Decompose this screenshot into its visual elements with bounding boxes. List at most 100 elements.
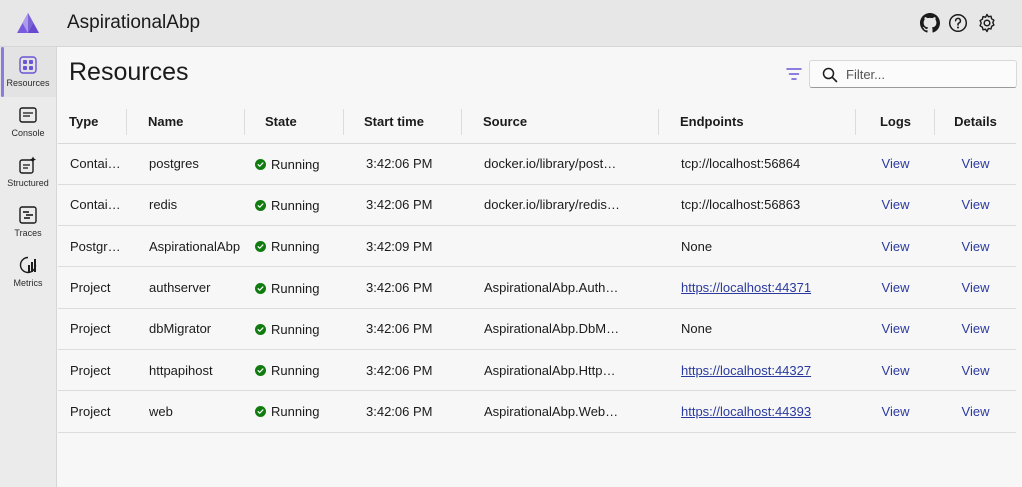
cell-logs: View: [856, 225, 935, 268]
cell-type: Project: [58, 390, 127, 433]
column-header-logs: Logs: [856, 101, 935, 144]
settings-icon[interactable]: [977, 13, 997, 33]
cell-logs: View: [856, 184, 935, 227]
help-icon[interactable]: [948, 13, 968, 33]
sidebar-item-traces[interactable]: Traces: [0, 197, 56, 247]
search-field[interactable]: [809, 60, 1017, 88]
cell-source: AspirationalAbp.Http…: [462, 349, 659, 392]
endpoint-text: None: [681, 238, 713, 254]
cell-name: authserver: [127, 266, 245, 309]
running-check-icon: [255, 365, 266, 377]
cell-details: View: [935, 349, 1016, 392]
sidebar-item-label: Resources: [6, 78, 50, 88]
cell-state: Running: [245, 143, 344, 185]
state-label: Running: [271, 197, 320, 213]
view-details-link[interactable]: View: [962, 321, 990, 336]
search-input[interactable]: [846, 65, 1006, 83]
state-label: Running: [271, 239, 320, 255]
structured-icon: [19, 156, 36, 174]
endpoint-text: tcp://localhost:56864: [681, 156, 801, 172]
cell-endpoints: tcp://localhost:56864: [659, 143, 856, 185]
view-logs-link[interactable]: View: [882, 197, 910, 212]
state-label: Running: [271, 404, 320, 420]
cell-endpoints: tcp://localhost:56863: [659, 184, 856, 227]
view-logs-link[interactable]: View: [882, 321, 910, 336]
page-title: Resources: [69, 58, 189, 86]
sidebar-item-metrics[interactable]: Metrics: [0, 247, 56, 297]
cell-type: Project: [58, 349, 127, 392]
state-label: Running: [271, 363, 320, 379]
resources-icon: [19, 56, 37, 74]
cell-logs: View: [856, 266, 935, 309]
cell-state: Running: [245, 390, 344, 433]
cell-details: View: [935, 266, 1016, 309]
cell-name: web: [127, 390, 245, 433]
cell-start-time: 3:42:06 PM: [344, 184, 462, 227]
view-details-link[interactable]: View: [962, 197, 990, 212]
cell-type: Project: [58, 308, 127, 350]
cell-source: docker.io/library/redis…: [462, 184, 659, 227]
cell-name: redis: [127, 184, 245, 227]
view-details-link[interactable]: View: [962, 363, 990, 378]
state-label: Running: [271, 321, 320, 337]
column-header-endpoints[interactable]: Endpoints: [659, 101, 856, 144]
github-icon[interactable]: [920, 13, 940, 33]
view-details-link[interactable]: View: [962, 404, 990, 419]
sidebar-item-structured[interactable]: Structured: [0, 147, 56, 197]
cell-details: View: [935, 390, 1016, 433]
table-row: Contai… postgres Running 3:42:06 PM docker.i…: [58, 143, 1016, 185]
cell-details: View: [935, 184, 1016, 227]
filter-icon[interactable]: [784, 64, 804, 84]
cell-start-time: 3:42:06 PM: [344, 266, 462, 309]
cell-type: Contai…: [58, 143, 127, 185]
cell-start-time: 3:42:06 PM: [344, 143, 462, 185]
cell-state: Running: [245, 349, 344, 392]
top-bar: AspirationalAbp: [0, 0, 1022, 47]
cell-endpoints: None: [659, 225, 856, 268]
sidebar-item-console[interactable]: Console: [0, 97, 56, 147]
endpoint-link[interactable]: https://localhost:44393: [681, 404, 811, 419]
sidebar-item-resources[interactable]: Resources: [0, 47, 56, 97]
cell-state: Running: [245, 225, 344, 268]
running-check-icon: [255, 323, 266, 335]
app-title: AspirationalAbp: [67, 12, 201, 33]
view-logs-link[interactable]: View: [882, 404, 910, 419]
cell-start-time: 3:42:06 PM: [344, 308, 462, 350]
cell-start-time: 3:42:09 PM: [344, 225, 462, 268]
cell-type: Contai…: [58, 184, 127, 227]
view-logs-link[interactable]: View: [882, 280, 910, 295]
column-header-type[interactable]: Type: [58, 101, 127, 144]
column-header-source[interactable]: Source: [462, 101, 659, 144]
resources-table: Type Name State Start time Source Endpoi…: [58, 101, 1016, 433]
cell-source: docker.io/library/post…: [462, 143, 659, 185]
endpoint-link[interactable]: https://localhost:44327: [681, 363, 811, 378]
view-details-link[interactable]: View: [962, 280, 990, 295]
cell-endpoints: None: [659, 308, 856, 350]
view-logs-link[interactable]: View: [882, 239, 910, 254]
running-check-icon: [255, 282, 266, 294]
cell-endpoints: https://localhost:44371: [659, 266, 856, 309]
view-details-link[interactable]: View: [962, 239, 990, 254]
aspire-logo-icon[interactable]: [16, 12, 40, 34]
column-header-name[interactable]: Name: [127, 101, 245, 144]
cell-details: View: [935, 143, 1016, 185]
cell-logs: View: [856, 308, 935, 350]
view-details-link[interactable]: View: [962, 156, 990, 171]
table-row: Project dbMigrator Running 3:42:06 PM Aspira…: [58, 308, 1016, 350]
traces-icon: [19, 206, 37, 224]
cell-state: Running: [245, 308, 344, 350]
cell-name: AspirationalAbp: [127, 225, 245, 268]
column-header-state[interactable]: State: [245, 101, 344, 144]
column-header-start-time[interactable]: Start time: [344, 101, 462, 144]
running-check-icon: [255, 241, 266, 253]
running-check-icon: [255, 158, 266, 170]
cell-logs: View: [856, 143, 935, 185]
search-icon: [822, 67, 838, 83]
sidebar-item-label: Structured: [7, 178, 49, 188]
view-logs-link[interactable]: View: [882, 363, 910, 378]
sidebar-item-label: Traces: [14, 228, 42, 238]
view-logs-link[interactable]: View: [882, 156, 910, 171]
cell-logs: View: [856, 390, 935, 433]
table-row: Project httpapihost Running 3:42:06 PM Aspir…: [58, 349, 1016, 392]
endpoint-link[interactable]: https://localhost:44371: [681, 280, 811, 295]
